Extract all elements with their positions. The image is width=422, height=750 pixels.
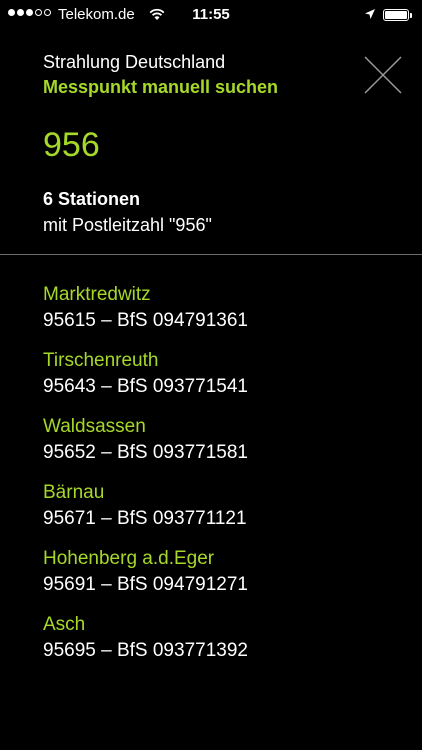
battery-tip [410, 13, 412, 18]
clock: 11:55 [192, 6, 230, 23]
screen-subtitle: Messpunkt manuell suchen [43, 77, 279, 97]
battery-icon [383, 9, 409, 21]
station-item[interactable]: Hohenberg a.d.Eger 95691 – BfS 094791271 [43, 546, 248, 612]
station-name: Asch [43, 614, 86, 635]
station-info: 95671 – BfS 093771121 [43, 508, 247, 529]
station-info: 95695 – BfS 093771392 [43, 640, 248, 661]
station-item[interactable]: Asch 95695 – BfS 093771392 [43, 612, 248, 678]
station-info: 95615 – BfS 094791361 [43, 310, 248, 331]
station-item[interactable]: Waldsassen 95652 – BfS 093771581 [43, 414, 248, 480]
status-bar: Telekom.de 11:55 [0, 0, 422, 30]
location-arrow-icon [365, 9, 375, 19]
station-name: Tirschenreuth [43, 350, 159, 371]
station-info: 95652 – BfS 093771581 [43, 442, 248, 463]
station-name: Marktredwitz [43, 284, 151, 305]
search-postcode-value[interactable]: 956 [43, 126, 100, 165]
station-name: Bärnau [43, 482, 105, 503]
station-item[interactable]: Marktredwitz 95615 – BfS 094791361 [43, 282, 248, 348]
station-list: Marktredwitz 95615 – BfS 094791361 Tirsc… [43, 282, 248, 678]
result-postcode: mit Postleitzahl "956" [43, 215, 212, 235]
station-info: 95691 – BfS 094791271 [43, 574, 248, 595]
divider [0, 254, 422, 255]
close-icon[interactable] [362, 54, 404, 96]
station-item[interactable]: Tirschenreuth 95643 – BfS 093771541 [43, 348, 248, 414]
station-name: Hohenberg a.d.Eger [43, 548, 215, 569]
app-title: Strahlung Deutschland [43, 52, 226, 72]
station-item[interactable]: Bärnau 95671 – BfS 093771121 [43, 480, 248, 546]
station-name: Waldsassen [43, 416, 146, 437]
station-info: 95643 – BfS 093771541 [43, 376, 248, 397]
result-count: 6 Stationen [43, 189, 141, 209]
